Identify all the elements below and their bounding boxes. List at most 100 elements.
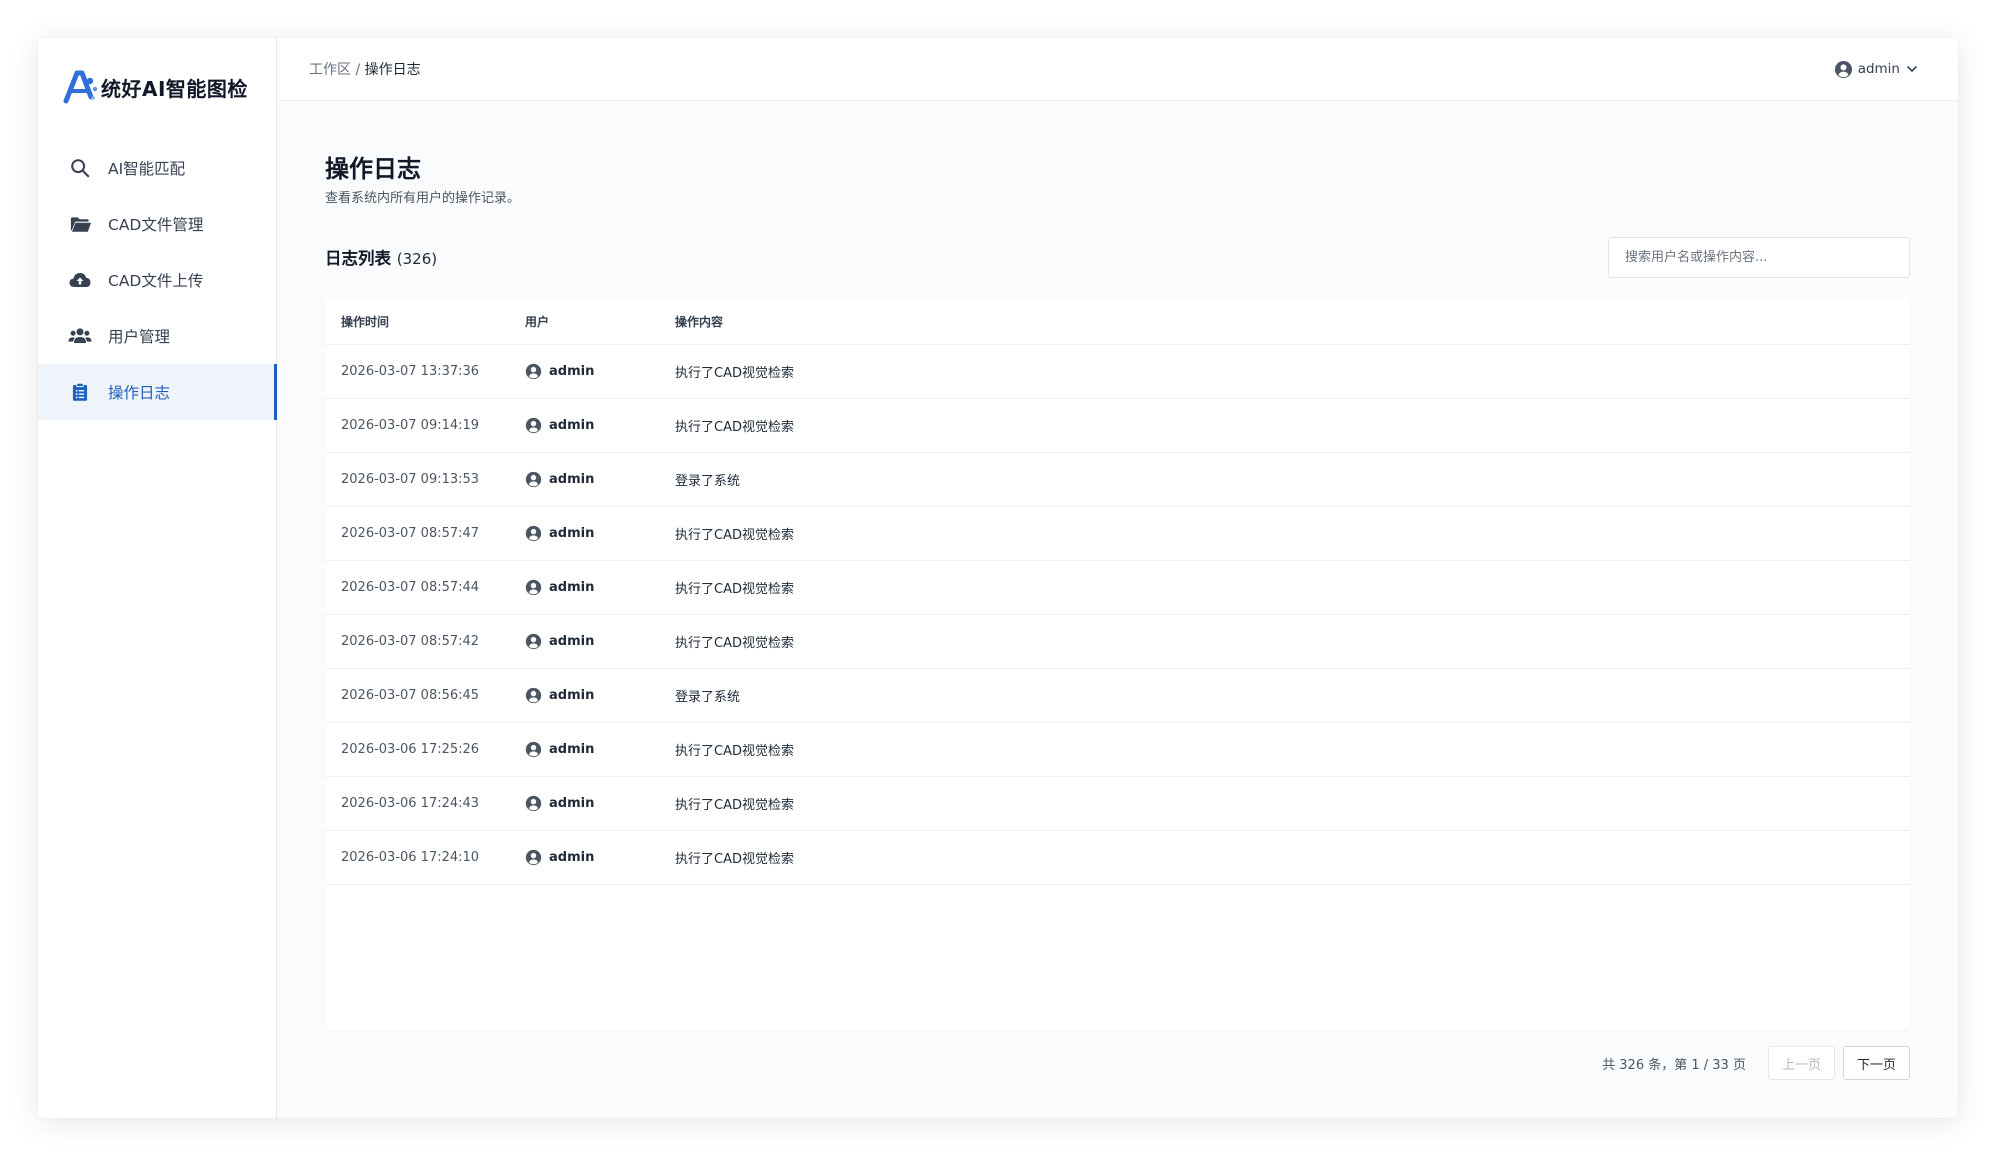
user-avatar-icon bbox=[525, 525, 542, 542]
user-avatar-icon bbox=[525, 363, 542, 380]
column-header-time[interactable]: 操作时间 bbox=[325, 313, 525, 330]
user-avatar-icon bbox=[525, 849, 542, 866]
user-circle-icon bbox=[1834, 60, 1852, 78]
cell-user: admin bbox=[525, 471, 675, 488]
cell-time: 2026-03-07 08:57:42 bbox=[341, 634, 480, 649]
cell-action: 执行了CAD视觉检索 bbox=[675, 528, 794, 543]
cell-user: admin bbox=[525, 687, 675, 704]
user-menu[interactable]: admin bbox=[1834, 60, 1918, 79]
sidebar-item-operation-log[interactable]: 操作日志 bbox=[38, 364, 277, 420]
sidebar-item-label: 用户管理 bbox=[108, 328, 171, 346]
cell-time: 2026-03-07 13:37:36 bbox=[341, 364, 480, 379]
list-title: 日志列表 (326) bbox=[325, 245, 437, 269]
sidebar-item-label: CAD文件管理 bbox=[108, 216, 204, 234]
sidebar: 统好AI智能图检 AI智能匹配 CAD文件管理 CAD文件上传 用户管理 操作日… bbox=[38, 38, 277, 1118]
cell-user-name: admin bbox=[549, 796, 595, 811]
app-window: 统好AI智能图检 AI智能匹配 CAD文件管理 CAD文件上传 用户管理 操作日… bbox=[38, 38, 1958, 1118]
cell-user-name: admin bbox=[549, 850, 595, 865]
user-avatar-icon bbox=[525, 741, 542, 758]
sidebar-item-cad-files[interactable]: CAD文件管理 bbox=[38, 196, 276, 252]
breadcrumb-root[interactable]: 工作区 bbox=[309, 62, 351, 78]
user-avatar-icon bbox=[525, 417, 542, 434]
cell-user-name: admin bbox=[549, 742, 595, 757]
cell-user: admin bbox=[525, 633, 675, 650]
page-title: 操作日志 bbox=[325, 155, 421, 183]
sidebar-item-label: AI智能匹配 bbox=[108, 160, 186, 178]
sidebar-item-users[interactable]: 用户管理 bbox=[38, 308, 276, 364]
user-avatar-icon bbox=[525, 795, 542, 812]
next-page-button[interactable]: 下一页 bbox=[1842, 1046, 1910, 1080]
user-avatar-icon bbox=[525, 579, 542, 596]
list-title-text: 日志列表 bbox=[325, 249, 391, 268]
cell-time: 2026-03-06 17:24:43 bbox=[341, 796, 480, 811]
top-bar: 工作区 / 操作日志 admin bbox=[277, 38, 1958, 101]
sidebar-item-label: CAD文件上传 bbox=[108, 272, 204, 290]
user-name: admin bbox=[1857, 61, 1900, 77]
clipboard-list-icon bbox=[68, 380, 92, 404]
cell-user-name: admin bbox=[549, 418, 595, 433]
cell-user: admin bbox=[525, 363, 675, 380]
folder-open-icon bbox=[68, 212, 92, 236]
breadcrumb-separator: / bbox=[351, 62, 365, 78]
user-avatar-icon bbox=[525, 633, 542, 650]
app-title: 统好AI智能图检 bbox=[101, 76, 248, 101]
table-row: 2026-03-07 08:57:47 admin 执行了CAD视觉检索 bbox=[325, 507, 1910, 561]
cell-action: 执行了CAD视觉检索 bbox=[675, 744, 794, 759]
page-content: 操作日志 查看系统内所有用户的操作记录。 日志列表 (326) 操作时间 用户 … bbox=[277, 101, 1958, 1030]
cell-action: 执行了CAD视觉检索 bbox=[675, 582, 794, 597]
logo-icon bbox=[63, 70, 98, 104]
prev-page-button[interactable]: 上一页 bbox=[1767, 1046, 1835, 1080]
cell-user: admin bbox=[525, 417, 675, 434]
cell-user-name: admin bbox=[549, 688, 595, 703]
cell-user-name: admin bbox=[549, 364, 595, 379]
pagination-info: 共 326 条，第 1 / 33 页 bbox=[1602, 1057, 1746, 1073]
app-logo[interactable]: 统好AI智能图检 bbox=[38, 38, 276, 136]
table-row: 2026-03-07 08:57:42 admin 执行了CAD视觉检索 bbox=[325, 615, 1910, 669]
cell-action: 执行了CAD视觉检索 bbox=[675, 366, 794, 381]
sidebar-item-cad-upload[interactable]: CAD文件上传 bbox=[38, 252, 276, 308]
cell-time: 2026-03-07 08:57:47 bbox=[341, 526, 480, 541]
cell-user: admin bbox=[525, 795, 675, 812]
list-header: 日志列表 (326) bbox=[325, 236, 1910, 278]
cell-action: 执行了CAD视觉检索 bbox=[675, 852, 794, 867]
cell-action: 执行了CAD视觉检索 bbox=[675, 798, 794, 813]
sidebar-item-label: 操作日志 bbox=[108, 384, 171, 402]
cell-user-name: admin bbox=[549, 580, 595, 595]
page-description: 查看系统内所有用户的操作记录。 bbox=[325, 191, 521, 206]
cell-action: 登录了系统 bbox=[675, 474, 741, 489]
cell-action: 登录了系统 bbox=[675, 690, 741, 705]
cell-user-name: admin bbox=[549, 526, 595, 541]
cell-time: 2026-03-06 17:24:10 bbox=[341, 850, 480, 865]
cell-time: 2026-03-07 09:14:19 bbox=[341, 418, 480, 433]
main-area: 工作区 / 操作日志 admin 操作日志 查看系统内所有用户的操作记录。 日志… bbox=[277, 38, 1958, 1118]
breadcrumb-current: 操作日志 bbox=[364, 62, 421, 78]
chevron-down-icon bbox=[1907, 66, 1917, 72]
search-icon bbox=[68, 156, 92, 180]
table-row: 2026-03-06 17:24:43 admin 执行了CAD视觉检索 bbox=[325, 777, 1910, 831]
sidebar-item-ai-match[interactable]: AI智能匹配 bbox=[38, 140, 276, 196]
cell-user: admin bbox=[525, 579, 675, 596]
column-header-action[interactable]: 操作内容 bbox=[675, 313, 1910, 330]
list-count: (326) bbox=[396, 250, 438, 268]
search-input[interactable] bbox=[1608, 236, 1910, 278]
sidebar-nav: AI智能匹配 CAD文件管理 CAD文件上传 用户管理 操作日志 bbox=[38, 140, 277, 420]
cell-action: 执行了CAD视觉检索 bbox=[675, 636, 794, 651]
column-header-user[interactable]: 用户 bbox=[525, 313, 675, 330]
table-header: 操作时间 用户 操作内容 bbox=[325, 298, 1910, 345]
pagination: 共 326 条，第 1 / 33 页 上一页 下一页 bbox=[1602, 1046, 1910, 1080]
table-row: 2026-03-07 13:37:36 admin 执行了CAD视觉检索 bbox=[325, 345, 1910, 399]
cell-user: admin bbox=[525, 525, 675, 542]
cell-user: admin bbox=[525, 849, 675, 866]
cell-time: 2026-03-07 09:13:53 bbox=[341, 472, 480, 487]
cell-user: admin bbox=[525, 741, 675, 758]
table-row: 2026-03-06 17:25:26 admin 执行了CAD视觉检索 bbox=[325, 723, 1910, 777]
table-row: 2026-03-06 17:24:10 admin 执行了CAD视觉检索 bbox=[325, 831, 1910, 885]
user-avatar-icon bbox=[525, 471, 542, 488]
users-icon bbox=[68, 324, 92, 348]
table-row: 2026-03-07 09:13:53 admin 登录了系统 bbox=[325, 453, 1910, 507]
user-avatar-icon bbox=[525, 687, 542, 704]
table-row: 2026-03-07 09:14:19 admin 执行了CAD视觉检索 bbox=[325, 399, 1910, 453]
cell-time: 2026-03-06 17:25:26 bbox=[341, 742, 480, 757]
log-table: 操作时间 用户 操作内容 2026-03-07 13:37:36 admin 执行了… bbox=[325, 298, 1910, 1030]
breadcrumb: 工作区 / 操作日志 bbox=[309, 59, 421, 79]
